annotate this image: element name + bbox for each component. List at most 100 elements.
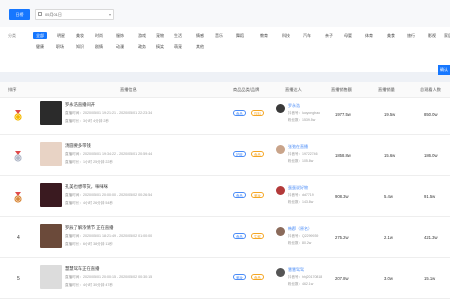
category-tag: 食品 bbox=[251, 151, 264, 157]
category-chip[interactable]: 教育 bbox=[260, 32, 268, 39]
category-chip[interactable]: 服饰 bbox=[116, 32, 124, 39]
category-chip[interactable]: 全部 bbox=[33, 32, 47, 39]
category-chip[interactable]: 其他 bbox=[196, 43, 204, 50]
chevron-down-icon: ▾ bbox=[108, 12, 111, 17]
category-chip[interactable]: 搞笑 bbox=[156, 43, 164, 50]
category-chip[interactable]: 生活 bbox=[174, 32, 182, 39]
category-tag: 护肤 bbox=[233, 151, 246, 157]
anchor-name[interactable]: 韩郡（原名） bbox=[288, 226, 312, 232]
category-chip[interactable]: 明星 bbox=[57, 32, 65, 39]
header-viewers: 总观看人数 bbox=[420, 87, 441, 92]
category-chip[interactable]: 宠物 bbox=[156, 32, 164, 39]
live-title[interactable]: 汤圆要多带钱 bbox=[65, 143, 91, 149]
live-thumbnail[interactable] bbox=[40, 224, 62, 248]
sales-value: 207.8w bbox=[335, 276, 349, 281]
category-chip[interactable]: 音乐 bbox=[215, 32, 223, 39]
rank-number: 5 bbox=[17, 276, 20, 282]
header-anchor: 直播达人 bbox=[285, 87, 302, 92]
avatar[interactable] bbox=[276, 227, 285, 236]
table-row[interactable]: 5 慧慧驾车正在直播 直播时间：2020/05/01 20:00:15 - 20… bbox=[0, 262, 450, 299]
live-time: 直播时间：2020/05/01 19:21:21 - 2020/05/01 22… bbox=[65, 111, 153, 115]
category-chip[interactable]: 科技 bbox=[282, 32, 290, 39]
medal-icon bbox=[14, 192, 22, 203]
table-row[interactable]: 罗永浩直播间开 直播时间：2020/05/01 19:21:21 - 2020/… bbox=[0, 98, 450, 135]
header-volume: 直播销量 bbox=[378, 87, 395, 92]
live-thumbnail[interactable] bbox=[40, 142, 62, 166]
viewers-value: 186.0w bbox=[424, 153, 438, 158]
volume-value: 15.6w bbox=[384, 153, 396, 158]
anchor-fans: 粉丝数：1539.5w bbox=[288, 118, 316, 122]
day-rank-button[interactable]: 日榜 bbox=[9, 9, 30, 20]
category-chip[interactable]: 萌宠 bbox=[174, 43, 182, 50]
header-live-info: 直播信息 bbox=[120, 87, 137, 92]
volume-value: 2.1w bbox=[384, 235, 393, 240]
top-toolbar: 日榜 05月01日 ▾ bbox=[0, 0, 450, 27]
live-title[interactable]: 罗永浩直播间开 bbox=[65, 102, 95, 108]
anchor-name[interactable]: 张弛在直播 bbox=[288, 144, 308, 150]
live-thumbnail[interactable] bbox=[40, 101, 62, 125]
category-filter-panel: 分类 全部 明星 美妆 时尚 服饰 游戏 宠物 生活 情感 音乐 舞蹈 教育 科技 汽车 亲子 母婴 体育 美食 旅… bbox=[0, 27, 450, 75]
table-header: 排序 直播信息 商品品类/品牌 直播达人 直播销售额 直播销量 总观看人数 bbox=[0, 82, 450, 98]
category-chip[interactable]: 美食 bbox=[387, 32, 395, 39]
header-sales: 直播销售额 bbox=[331, 87, 352, 92]
rank-number: 4 bbox=[17, 235, 20, 241]
avatar[interactable] bbox=[276, 145, 285, 154]
category-chip[interactable]: 政务 bbox=[138, 43, 146, 50]
anchor-fans: 粉丝数：143.8w bbox=[288, 200, 314, 204]
anchor-name[interactable]: 蛋蛋说好物 bbox=[288, 185, 308, 191]
category-chip[interactable]: 健康 bbox=[36, 43, 44, 50]
category-tag: 生鲜 bbox=[251, 233, 264, 239]
category-chip[interactable]: 亲子 bbox=[325, 32, 333, 39]
live-duration: 直播时长：4小时 26分钟 54秒 bbox=[65, 201, 113, 205]
category-label: 分类 bbox=[8, 33, 16, 38]
live-time: 直播时间：2020/05/01 20:00:00 - 2020/05/02 00… bbox=[65, 193, 153, 197]
category-chip[interactable]: 职场 bbox=[56, 43, 64, 50]
anchor-name[interactable]: 慧慧驾驾 bbox=[288, 267, 304, 273]
live-time: 直播时间：2020/05/01 19:34:22 - 2020/05/01 20… bbox=[65, 152, 153, 156]
table-row[interactable]: 汤圆要多带钱 直播时间：2020/05/01 19:34:22 - 2020/0… bbox=[0, 139, 450, 176]
volume-value: 3.0w bbox=[384, 276, 393, 281]
category-chip[interactable]: 家居 bbox=[444, 32, 450, 39]
viewers-value: 15.1w bbox=[424, 276, 436, 281]
category-chip[interactable]: 剧情 bbox=[95, 43, 103, 50]
table-row[interactable]: 孔美也想带货，咪咪咪 直播时间：2020/05/01 20:00:00 - 20… bbox=[0, 180, 450, 217]
category-chip[interactable]: 时尚 bbox=[95, 32, 103, 39]
ranking-table: 排序 直播信息 商品品类/品牌 直播达人 直播销售额 直播销量 总观看人数 罗永… bbox=[0, 82, 450, 300]
category-chip[interactable]: 影视 bbox=[428, 32, 436, 39]
date-picker[interactable]: 05月01日 ▾ bbox=[35, 9, 114, 20]
live-duration: 直播时长：4小时 30分钟 47秒 bbox=[65, 283, 113, 287]
category-tag: 食品 bbox=[251, 274, 264, 280]
avatar[interactable] bbox=[276, 268, 285, 277]
live-title[interactable]: 慧慧驾车正在直播 bbox=[65, 266, 99, 272]
category-chip[interactable]: 游戏 bbox=[138, 32, 146, 39]
anchor-fans: 粉丝数：462.1w bbox=[288, 282, 314, 286]
category-chip[interactable]: 动漫 bbox=[116, 43, 124, 50]
date-value: 05月01日 bbox=[45, 12, 62, 17]
avatar[interactable] bbox=[276, 186, 285, 195]
live-thumbnail[interactable] bbox=[40, 183, 62, 207]
category-chip[interactable]: 汽车 bbox=[303, 32, 311, 39]
category-tag: 食品 bbox=[233, 110, 246, 116]
sales-value: 275.2w bbox=[335, 235, 349, 240]
category-chip[interactable]: 美妆 bbox=[76, 32, 84, 39]
category-chip[interactable]: 知识 bbox=[76, 43, 84, 50]
category-chip[interactable]: 体育 bbox=[365, 32, 373, 39]
table-row[interactable]: 4 罗辰了解浓情节 正在直播 直播时间：2020/05/01 18:21:49 … bbox=[0, 221, 450, 258]
category-chip[interactable]: 母婴 bbox=[344, 32, 352, 39]
avatar[interactable] bbox=[276, 104, 285, 113]
volume-value: 5.4w bbox=[384, 194, 393, 199]
live-time: 直播时间：2020/05/01 18:21:49 - 2020/05/02 01… bbox=[65, 234, 153, 238]
anchor-id: 抖音号：dd7719 bbox=[288, 193, 314, 197]
category-chip[interactable]: 旅行 bbox=[407, 32, 415, 39]
anchor-name[interactable]: 罗永浩 bbox=[288, 103, 300, 109]
category-chip[interactable]: 舞蹈 bbox=[236, 32, 244, 39]
live-title[interactable]: 孔美也想带货，咪咪咪 bbox=[65, 184, 108, 190]
live-title[interactable]: 罗辰了解浓情节 正在直播 bbox=[65, 225, 113, 231]
live-thumbnail[interactable] bbox=[40, 265, 62, 289]
category-chip[interactable]: 情感 bbox=[196, 32, 204, 39]
anchor-fans: 粉丝数：80.2w bbox=[288, 241, 312, 245]
category-tag: 食品 bbox=[233, 192, 246, 198]
confirm-button[interactable]: 确认 bbox=[438, 65, 450, 75]
viewers-value: 91.5w bbox=[424, 194, 436, 199]
anchor-id: 抖音号：hhj20170818 bbox=[288, 275, 323, 279]
